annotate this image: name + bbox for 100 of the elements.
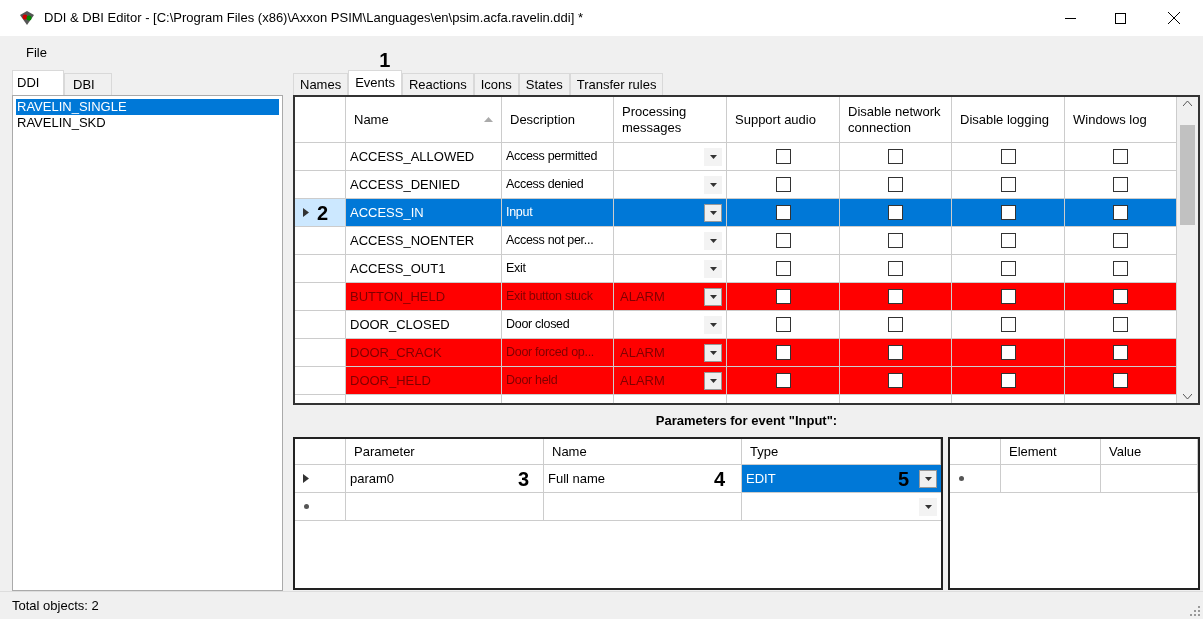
dropdown-button[interactable] — [919, 469, 937, 488]
dropdown-cell[interactable]: EDIT 5 — [742, 465, 941, 492]
maximize-icon — [1114, 12, 1126, 24]
column-header[interactable]: Name — [346, 97, 502, 142]
table-cell: ACCESS_IN — [346, 199, 502, 226]
checkbox[interactable] — [775, 317, 791, 332]
checkbox[interactable] — [775, 345, 791, 360]
table-cell: Input — [502, 199, 614, 226]
checkbox[interactable] — [1113, 345, 1128, 360]
scroll-up-icon[interactable] — [1183, 101, 1192, 106]
checkbox[interactable] — [1000, 233, 1016, 248]
checkbox[interactable] — [1113, 205, 1128, 220]
dropdown-cell[interactable] — [614, 199, 727, 226]
sort-icon — [484, 117, 493, 122]
checkbox[interactable] — [1000, 205, 1016, 220]
checkbox[interactable] — [1000, 317, 1016, 332]
checkbox[interactable] — [1000, 149, 1016, 164]
checkbox[interactable] — [1000, 177, 1016, 192]
caret-icon — [709, 350, 717, 355]
dropdown-button[interactable] — [704, 287, 722, 306]
checkbox[interactable] — [775, 373, 791, 388]
dropdown-button[interactable] — [704, 315, 722, 334]
checkbox[interactable] — [888, 317, 903, 332]
window-title: DDI & DBI Editor - [C:\Program Files (x86)\Axxon PSIM\Languages\en\psim.acfa.ravelin.ddi] * — [44, 9, 583, 28]
new-row-icon — [303, 503, 310, 510]
checkbox[interactable] — [888, 177, 903, 192]
caret-icon — [709, 154, 717, 159]
list-item[interactable]: RAVELIN_SINGLE — [16, 99, 279, 115]
column-header[interactable]: Processing messages — [614, 97, 727, 142]
dropdown-button[interactable] — [704, 343, 722, 362]
callout-number: 3 — [517, 466, 529, 492]
dropdown-button[interactable] — [704, 175, 722, 194]
new-row-icon — [958, 475, 965, 482]
checkbox[interactable] — [775, 205, 791, 220]
tab[interactable]: DDI — [12, 70, 64, 95]
table-cell-text: param0 — [350, 469, 395, 488]
callout-number: 2 — [317, 200, 329, 226]
checkbox[interactable] — [1113, 261, 1128, 276]
tab[interactable]: DBI — [64, 73, 112, 95]
dropdown-button[interactable] — [704, 371, 722, 390]
table-cell: BUTTON_HELD — [346, 283, 502, 310]
caret-icon — [709, 182, 717, 187]
checkbox[interactable] — [1000, 289, 1016, 304]
checkbox[interactable] — [1113, 233, 1128, 248]
column-header[interactable]: Disable network connection — [840, 97, 952, 142]
checkbox[interactable] — [888, 233, 903, 248]
close-icon — [1168, 12, 1180, 24]
column-header[interactable]: Type — [742, 439, 941, 464]
table-cell: DOOR_HELD — [346, 367, 502, 394]
row-header[interactable]: 2 — [295, 199, 346, 226]
table-cell-text: Full name — [548, 469, 606, 488]
caret-icon — [709, 294, 717, 299]
callout-number: 5 — [897, 466, 909, 492]
column-header[interactable]: Disable logging — [952, 97, 1065, 142]
dropdown-button[interactable] — [704, 259, 722, 278]
checkbox[interactable] — [1113, 177, 1128, 192]
checkbox[interactable] — [775, 149, 791, 164]
checkbox[interactable] — [1000, 373, 1016, 388]
checkbox[interactable] — [888, 373, 903, 388]
menu-item[interactable]: File — [26, 43, 47, 63]
dropdown-button[interactable] — [704, 147, 722, 166]
table-cell: Door forced op... — [502, 339, 614, 366]
scroll-thumb[interactable] — [1180, 125, 1195, 225]
checkbox[interactable] — [888, 149, 903, 164]
checkbox[interactable] — [775, 177, 791, 192]
checkbox[interactable] — [888, 205, 903, 220]
column-header[interactable]: Element — [1001, 439, 1101, 464]
checkbox[interactable] — [1113, 149, 1128, 164]
column-header[interactable]: Description — [502, 97, 614, 142]
row-pointer-icon — [303, 474, 309, 483]
column-header[interactable]: Name — [544, 439, 742, 464]
table-cell: Door held — [502, 367, 614, 394]
column-header[interactable]: Support audio — [727, 97, 840, 142]
checkbox[interactable] — [775, 261, 791, 276]
resize-grip-icon — [1190, 605, 1200, 616]
checkbox[interactable] — [888, 289, 903, 304]
column-header[interactable]: Value — [1101, 439, 1198, 464]
checkbox[interactable] — [775, 233, 791, 248]
checkbox[interactable] — [1000, 261, 1016, 276]
checkbox[interactable] — [1000, 345, 1016, 360]
checkbox[interactable] — [1113, 317, 1128, 332]
dropdown-button[interactable] — [919, 497, 937, 516]
list-item[interactable]: RAVELIN_SKD — [16, 115, 279, 131]
caret-icon — [709, 266, 717, 271]
scroll-down-icon[interactable] — [1183, 394, 1192, 399]
caret-icon — [924, 476, 932, 481]
scrollbar[interactable] — [1177, 97, 1198, 403]
checkbox[interactable] — [1113, 373, 1128, 388]
checkbox[interactable] — [888, 261, 903, 276]
app-icon — [18, 9, 36, 27]
checkbox[interactable] — [888, 345, 903, 360]
checkbox[interactable] — [775, 289, 791, 304]
parameters-title: Parameters for event "Input": — [655, 412, 838, 431]
checkbox[interactable] — [1113, 289, 1128, 304]
caret-icon — [709, 378, 717, 383]
caret-icon — [924, 504, 932, 509]
column-header[interactable]: Parameter — [346, 439, 544, 464]
dropdown-button[interactable] — [704, 231, 722, 250]
dropdown-button[interactable] — [704, 203, 722, 222]
callout-number: 4 — [713, 466, 725, 492]
